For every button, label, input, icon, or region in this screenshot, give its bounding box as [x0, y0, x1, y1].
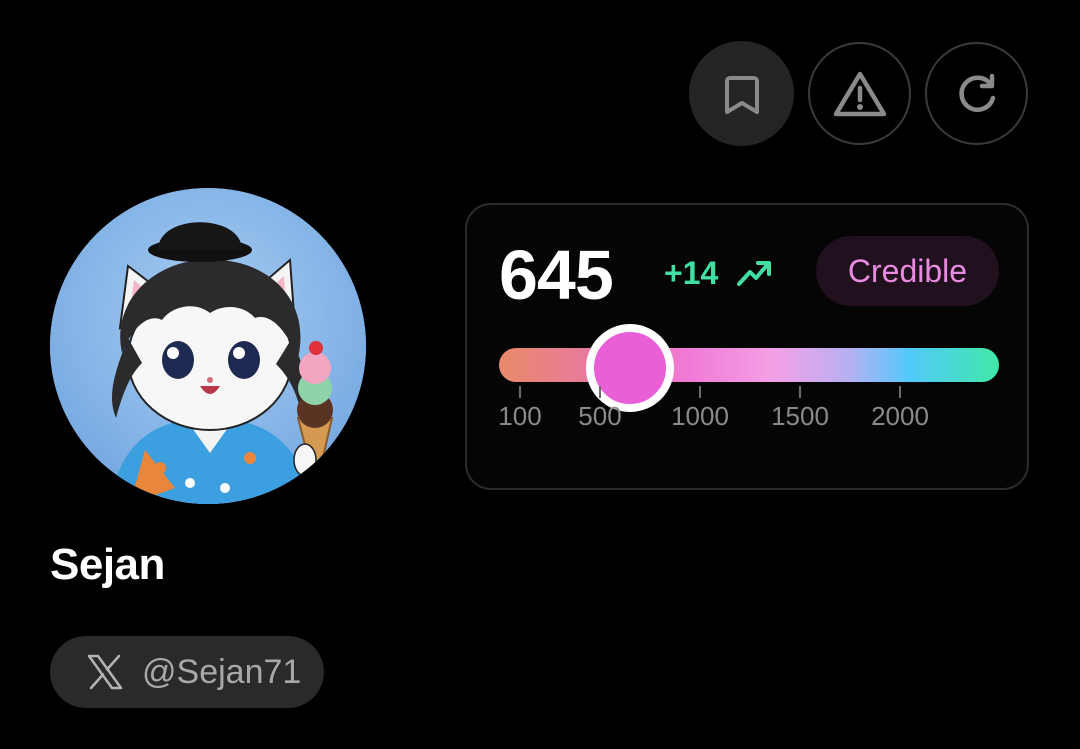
- bookmark-icon: [724, 75, 759, 114]
- trending-up-icon: [737, 261, 771, 286]
- x-logo-icon: [86, 653, 124, 691]
- scale-tick-label: 2000: [871, 401, 929, 431]
- warning-icon: [833, 71, 886, 116]
- cat-avatar-image: [50, 188, 366, 504]
- scale-tick: [899, 386, 901, 398]
- report-button[interactable]: [808, 42, 911, 145]
- refresh-button[interactable]: [925, 42, 1028, 145]
- credibility-score-card: 645 +14 Credible 100 500 1000 1500 2000: [465, 203, 1029, 490]
- score-value: 645: [499, 236, 614, 314]
- scale-tick-label: 1500: [771, 401, 829, 431]
- scale-tick: [799, 386, 801, 398]
- x-handle-link[interactable]: @Sejan71: [50, 636, 324, 708]
- scale-tick: [599, 386, 601, 398]
- profile-page: Sejan @Sejan71 645 +14 Credible 100 500 10…: [0, 0, 1080, 749]
- status-badge: Credible: [816, 236, 999, 306]
- scale-tick-label: 100: [498, 401, 542, 431]
- score-delta: +14: [664, 255, 719, 291]
- scale-tick-label: 1000: [671, 401, 729, 431]
- user-name: Sejan: [50, 540, 165, 589]
- x-handle-text: @Sejan71: [142, 652, 302, 691]
- scale-tick-label: 500: [578, 401, 622, 431]
- bookmark-button[interactable]: [689, 41, 794, 146]
- scale-tick: [519, 386, 521, 398]
- score-scale-thumb[interactable]: [586, 324, 674, 412]
- refresh-icon: [958, 73, 995, 112]
- action-toolbar: [689, 41, 1028, 146]
- scale-tick: [699, 386, 701, 398]
- avatar: [50, 188, 366, 504]
- score-scale-bar: [499, 324, 999, 412]
